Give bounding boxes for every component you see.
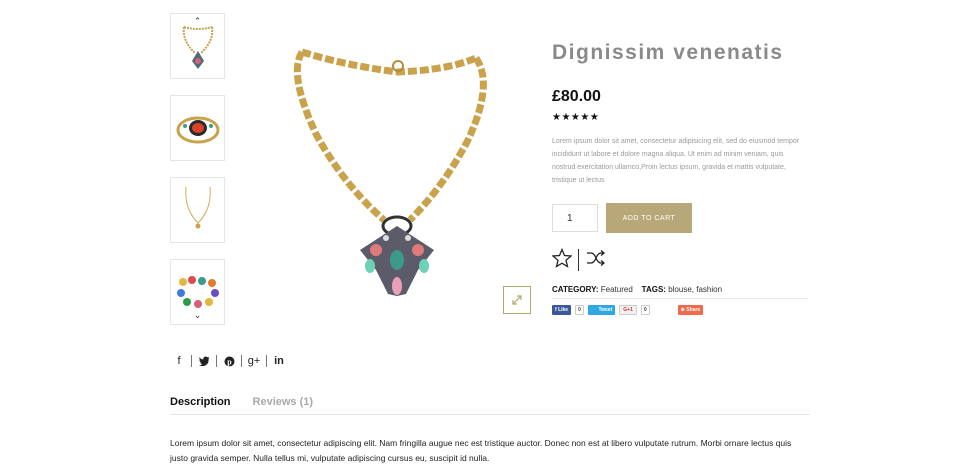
chain-thumb-image xyxy=(184,186,211,229)
necklace-main-image xyxy=(293,48,487,296)
gplus-button[interactable]: G+1 xyxy=(619,305,637,315)
facebook-icon[interactable]: f xyxy=(172,354,186,368)
product-meta: CATEGORY: Featured TAGS: blouse, fashion xyxy=(552,285,808,299)
star-outline-icon xyxy=(551,247,573,268)
zoom-button[interactable] xyxy=(503,286,531,314)
bead-bracelet-thumb-image xyxy=(176,276,219,308)
thumbnail-necklace-1[interactable]: ⌃ xyxy=(170,13,225,79)
chevron-up-icon[interactable]: ⌃ xyxy=(194,17,202,26)
gplus-count: 0 xyxy=(640,305,650,315)
tab-description[interactable]: Description xyxy=(170,390,231,414)
product-actions xyxy=(551,247,808,273)
category-link[interactable]: Featured xyxy=(601,285,633,294)
necklace-thumb-image xyxy=(182,26,213,69)
tags-label: TAGS: xyxy=(641,285,666,294)
social-divider xyxy=(241,355,242,367)
product-price: £80.00 xyxy=(552,88,601,105)
social-divider xyxy=(266,355,267,367)
product-title: Dignissim venenatis xyxy=(552,41,784,64)
share-widgets: f Like 0 🐦 Tweet G+1 0 ⊕ Share xyxy=(552,305,808,315)
product-tabs: Description Reviews (1) xyxy=(170,390,810,415)
tweet-button[interactable]: 🐦 Tweet xyxy=(587,305,616,315)
wishlist-button[interactable] xyxy=(551,247,573,273)
linkedin-icon[interactable]: in xyxy=(272,354,286,368)
product-summary: Dignissim venenatis £80.00 ★★★★★ Lorem i… xyxy=(551,40,808,315)
compare-button[interactable] xyxy=(586,249,606,272)
bracelet-thumb-image xyxy=(176,116,219,144)
google-plus-icon[interactable]: g+ xyxy=(247,354,261,368)
expand-icon xyxy=(512,295,522,305)
twitter-icon[interactable] xyxy=(197,354,211,368)
tab-reviews[interactable]: Reviews (1) xyxy=(253,390,314,414)
facebook-like-count: 0 xyxy=(575,305,584,315)
action-divider xyxy=(578,249,579,271)
svg-text:p: p xyxy=(227,357,232,366)
description-panel: Lorem ipsum dolor sit amet, consectetur … xyxy=(170,438,792,463)
quantity-input[interactable] xyxy=(552,204,598,232)
tweet-label: Tweet xyxy=(598,307,613,313)
facebook-like-button[interactable]: f Like xyxy=(552,305,572,315)
short-description: Lorem ipsum dolor sit amet, consectetur … xyxy=(552,138,800,184)
chevron-down-icon[interactable]: ⌄ xyxy=(194,311,202,320)
social-links: f p g+ in xyxy=(172,354,286,368)
thumbnail-bracelet[interactable] xyxy=(170,95,225,161)
add-to-cart-form: ADD TO CART xyxy=(552,203,808,233)
share-label: Share xyxy=(686,307,701,313)
share-button[interactable]: ⊕ Share xyxy=(677,305,704,315)
thumbnail-chain[interactable] xyxy=(170,177,225,243)
thumbnail-gallery: ⌃ ⌄ xyxy=(170,13,225,341)
fb-like-label: Like xyxy=(558,307,569,313)
thumbnail-bead-bracelet[interactable]: ⌄ xyxy=(170,259,225,325)
pinterest-icon[interactable]: p xyxy=(222,354,236,368)
add-to-cart-button[interactable]: ADD TO CART xyxy=(606,203,692,233)
tags-link[interactable]: blouse, fashion xyxy=(668,285,722,294)
main-product-image[interactable] xyxy=(258,14,536,304)
social-divider xyxy=(216,355,217,367)
rating-stars[interactable]: ★★★★★ xyxy=(552,112,808,123)
category-label: CATEGORY: xyxy=(552,285,599,294)
social-divider xyxy=(191,355,192,367)
shuffle-icon xyxy=(587,249,606,266)
